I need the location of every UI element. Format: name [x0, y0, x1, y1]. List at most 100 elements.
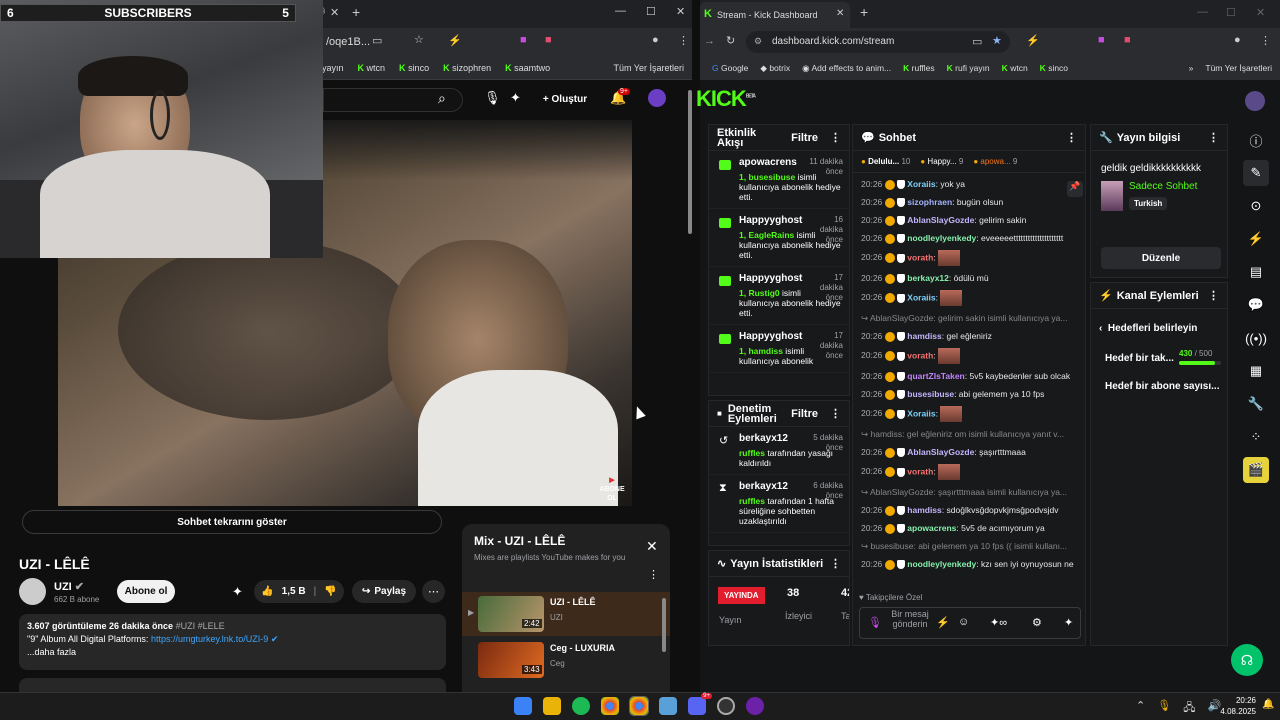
search-icon[interactable]: ⌕: [438, 90, 446, 107]
avatar[interactable]: [648, 89, 666, 107]
avatar[interactable]: [1245, 91, 1265, 111]
extension-icon[interactable]: ⚡: [1026, 34, 1040, 47]
chat-message[interactable]: 20:26 quartZIsTaken: 5v5 kaybedenler sub …: [857, 367, 1081, 385]
maximize-icon[interactable]: ☐: [646, 5, 656, 18]
reload-icon[interactable]: ↻: [726, 34, 735, 47]
support-button[interactable]: ☊: [1231, 644, 1263, 676]
bookmark-item[interactable]: K sinco: [399, 63, 429, 73]
list-item[interactable]: ▶ 2:42 UZI - LÊLÊ UZI: [462, 592, 670, 636]
chat-message[interactable]: 20:26 noodleylyenkedy: kzı sen iyi oynuyo…: [857, 555, 1081, 573]
filter-button[interactable]: Filtre: [791, 132, 818, 144]
chat-reply-preview[interactable]: ↪ AblanSlayGozde: gelirim sakin isimli k…: [857, 309, 1081, 327]
star-icon[interactable]: ★: [992, 34, 1002, 47]
chat-reply-preview[interactable]: ↪ AblanSlayGozde: şaşırtttmaaa isimli ku…: [857, 483, 1081, 501]
minimize-icon[interactable]: —: [615, 5, 626, 17]
profile-icon[interactable]: ●: [1234, 34, 1241, 46]
more-icon[interactable]: ⋮: [830, 407, 841, 420]
wrench-icon[interactable]: 🔧: [1243, 391, 1269, 417]
menu-icon[interactable]: ⋮: [678, 34, 689, 47]
gear-icon[interactable]: ⚙: [1032, 616, 1042, 629]
chat-message[interactable]: 20:26 hamdiss: gel eğleniriz: [857, 327, 1081, 345]
close-tab-icon[interactable]: ✕: [330, 6, 339, 19]
camera-icon[interactable]: ⊙: [1243, 193, 1269, 219]
bookmark-item[interactable]: K wtcn: [1002, 63, 1028, 73]
subscribe-button[interactable]: Abone ol: [117, 580, 175, 603]
app-icon[interactable]: [659, 697, 677, 715]
pinned-user[interactable]: ● Delulu... 10: [861, 157, 910, 166]
scrollbar[interactable]: [662, 598, 666, 652]
obs-icon[interactable]: [717, 697, 735, 715]
chat-message[interactable]: 20:26 vorath:: [857, 461, 1081, 483]
goals-back[interactable]: ‹ Hedefleri belirleyin: [1099, 323, 1197, 334]
more-icon[interactable]: ⋮: [1066, 131, 1077, 144]
chat-message[interactable]: 20:26 hamdiss: sdoğlkvsğdopvkjmsğpodvsjdv: [857, 501, 1081, 519]
chat-message[interactable]: 20:26 AblanSlayGozde: şaşırtttmaaa: [857, 443, 1081, 461]
chat-replay-button[interactable]: Sohbet tekrarını göster: [22, 510, 442, 534]
chat-message[interactable]: 20:26 Xoraiis: yok ya: [857, 175, 1081, 193]
chat-message[interactable]: 20:26 AblanSlayGozde: gelirim sakin: [857, 211, 1081, 229]
mic-icon[interactable]: 🎙: [1157, 699, 1171, 718]
maximize-icon[interactable]: ☐: [1226, 6, 1236, 19]
channel-name[interactable]: UZI ✔: [54, 580, 84, 593]
active-tab[interactable]: K Stream - Kick Dashboard ✕: [700, 2, 850, 28]
close-tab-icon[interactable]: ✕: [836, 8, 844, 19]
channel-avatar[interactable]: [19, 578, 46, 605]
filter-button[interactable]: Filtre: [791, 408, 818, 420]
bookmark-item[interactable]: K saamtwo: [505, 63, 550, 73]
info-icon[interactable]: ⓘ: [1243, 127, 1269, 153]
mic-icon[interactable]: 🎙: [484, 90, 501, 106]
chat-input[interactable]: 🎙 Bir mesaj gönderin ⚡ ☺ ✦∞ ⚙ ✦: [859, 607, 1081, 639]
clock[interactable]: 20:26 4.08.2025: [1218, 695, 1256, 717]
kick-logo[interactable]: KICKBETA: [696, 86, 756, 112]
bot-icon[interactable]: ✦: [1064, 616, 1073, 629]
description-box[interactable]: 3.607 görüntüleme 26 dakika önce #UZI #L…: [19, 614, 446, 670]
url-field[interactable]: ⚙ dashboard.kick.com/stream ▭ ★: [746, 31, 1010, 53]
emote-icon[interactable]: ⚡: [936, 616, 950, 629]
new-tab-icon[interactable]: +: [352, 4, 360, 20]
chat-message[interactable]: 20:26 vorath:: [857, 247, 1081, 269]
more-icon[interactable]: ⋮: [1208, 131, 1219, 144]
pencil-icon[interactable]: ✎: [1243, 160, 1269, 186]
cast-icon[interactable]: ▭: [372, 34, 382, 47]
more-icon[interactable]: ⋯: [422, 580, 445, 603]
extension-icon[interactable]: ■: [545, 34, 552, 46]
more-icon[interactable]: ⋮: [830, 131, 841, 144]
pinned-user[interactable]: ● apowa... 9: [973, 157, 1017, 166]
windows-start-icon[interactable]: [514, 697, 532, 715]
folder-icon[interactable]: [543, 697, 561, 715]
minimize-icon[interactable]: —: [1197, 6, 1208, 18]
goal-item[interactable]: Hedef bir abone sayısı...: [1105, 381, 1219, 392]
discord-icon[interactable]: 9+: [688, 693, 712, 715]
chat-message[interactable]: 20:26 Xoraiis:: [857, 403, 1081, 425]
share-icon[interactable]: ⁘: [1243, 424, 1269, 450]
more-icon[interactable]: ⋮: [648, 568, 659, 581]
close-window-icon[interactable]: ✕: [676, 5, 685, 18]
bookmark-item[interactable]: K rufi yayın: [947, 63, 990, 73]
chrome-icon[interactable]: [629, 696, 649, 716]
bookmark-item[interactable]: yayın: [322, 63, 344, 73]
scrollbar[interactable]: [688, 90, 692, 234]
server-icon[interactable]: ▦: [1243, 358, 1269, 384]
document-icon[interactable]: ▤: [1243, 259, 1269, 285]
chat-message[interactable]: 20:26 Xoraiis:: [857, 287, 1081, 309]
all-bookmarks[interactable]: Tüm Yer İşaretleri: [613, 63, 684, 73]
close-icon[interactable]: ✕: [646, 538, 658, 555]
extension-icon[interactable]: ■: [1098, 34, 1105, 46]
emoji-icon[interactable]: ☺: [958, 616, 969, 628]
app-icon[interactable]: [746, 697, 764, 715]
bookmark-item[interactable]: ◉ Add effects to anim...: [802, 63, 891, 74]
bookmark-item[interactable]: ◆ botrix: [760, 63, 790, 74]
chat-message[interactable]: 20:26 berkayx12: ödülü mü: [857, 269, 1081, 287]
pinned-user[interactable]: ● Happy... 9: [920, 157, 963, 166]
more-icon[interactable]: ⋮: [1208, 289, 1219, 302]
extension-icon[interactable]: ■: [520, 34, 527, 46]
description-link[interactable]: https://umgturkey.lnk.to/UZI-9: [151, 634, 268, 644]
chrome-icon[interactable]: [601, 697, 619, 715]
more-icon[interactable]: ⋮: [830, 557, 841, 570]
bell-icon[interactable]: 🔔: [1262, 699, 1274, 710]
clapper-icon[interactable]: 🎬: [1243, 457, 1269, 483]
edit-button[interactable]: Düzenle: [1101, 247, 1221, 269]
star-icon[interactable]: ☆: [414, 33, 424, 46]
bookmark-item[interactable]: K sizophren: [443, 63, 491, 73]
cast-icon[interactable]: ▭: [972, 35, 982, 48]
